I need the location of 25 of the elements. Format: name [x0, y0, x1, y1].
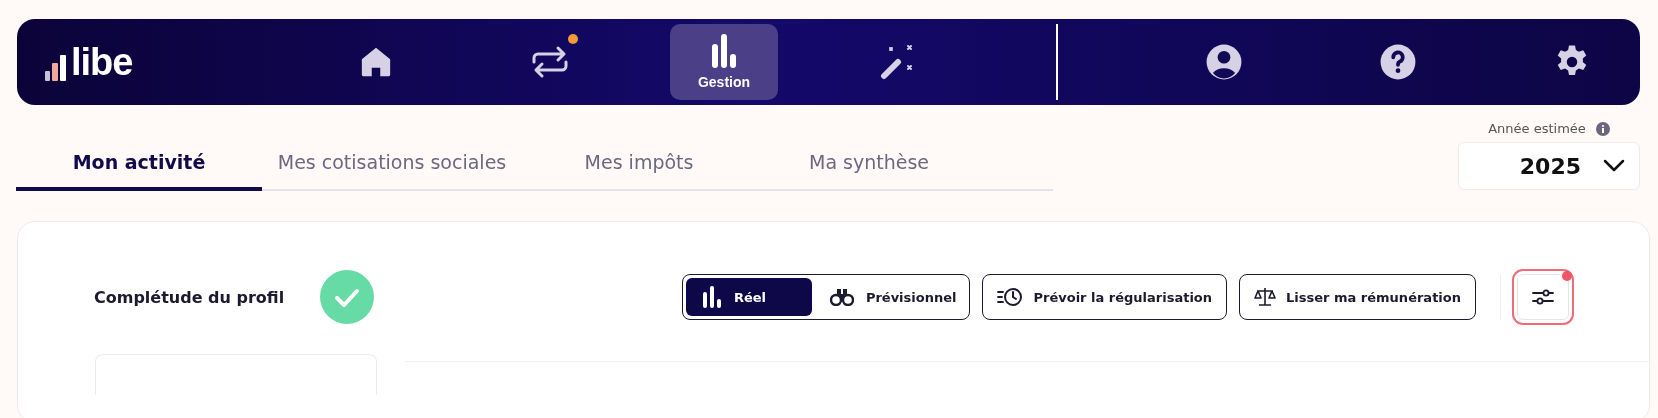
help-icon [1379, 43, 1417, 81]
nav-tab[interactable]: Gestion [670, 24, 778, 100]
profile-label: Complétude du profil [94, 287, 285, 307]
tab[interactable]: Mes impôts [522, 137, 756, 191]
toggle-option[interactable]: Prévisionnel [813, 278, 967, 316]
swap-arrows-icon [530, 44, 570, 80]
logo-text: libe [71, 43, 133, 81]
bar-chart-icon [711, 34, 737, 68]
clock-icon [997, 287, 1024, 307]
tab[interactable]: Mon activité [16, 137, 262, 191]
tab[interactable]: Mes cotisations sociales [262, 137, 522, 191]
toggle-option[interactable]: Réel [685, 278, 812, 316]
scale-icon [1254, 287, 1277, 307]
tab[interactable]: Ma synthèse [756, 137, 982, 191]
bar-chart-icon [701, 286, 722, 308]
year-dropdown[interactable]: 2025 [1458, 142, 1640, 190]
home-icon [359, 45, 393, 79]
binoculars-icon [829, 288, 854, 306]
chevron-down-icon [1603, 159, 1625, 173]
action-button[interactable]: Prévoir la régularisation [982, 274, 1228, 320]
info-icon [1595, 121, 1610, 136]
action-button[interactable]: Lisser ma rémunération [1239, 274, 1476, 320]
field-label: Année estimée [1488, 121, 1586, 136]
user-icon [1205, 43, 1243, 81]
sliders-icon [1532, 288, 1554, 306]
